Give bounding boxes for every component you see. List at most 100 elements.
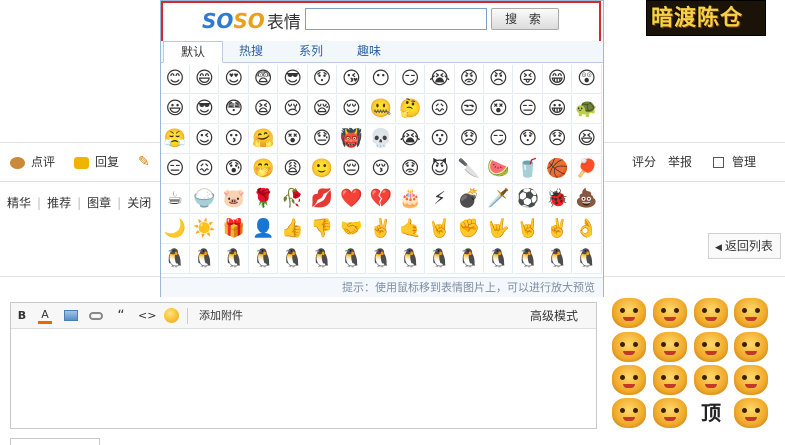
tab-fun[interactable]: 趣味 bbox=[339, 41, 399, 63]
emoji-cell[interactable]: 😑 bbox=[513, 95, 543, 124]
submit-button-partial[interactable] bbox=[10, 438, 100, 445]
emoji-search-input[interactable] bbox=[305, 8, 487, 30]
tiger-sticker[interactable] bbox=[653, 332, 687, 362]
mod-link-digest[interactable]: 精华 bbox=[7, 196, 31, 210]
emoji-cell[interactable]: 🐧 bbox=[396, 245, 426, 274]
tiger-sticker[interactable] bbox=[694, 365, 728, 395]
emoji-cell[interactable]: 💔 bbox=[366, 185, 396, 214]
tiger-sticker[interactable] bbox=[612, 398, 646, 428]
emoji-cell[interactable]: 😡 bbox=[455, 65, 484, 94]
emoji-cell[interactable]: 😟 bbox=[396, 155, 426, 184]
reply-editor[interactable]: B A “ <> 添加附件 高级模式 bbox=[10, 302, 597, 429]
emoji-cell[interactable]: 😪 bbox=[308, 95, 337, 124]
tiger-sticker[interactable] bbox=[612, 332, 646, 362]
emoji-cell[interactable]: 😏 bbox=[396, 65, 426, 94]
emoji-cell[interactable]: 👎 bbox=[308, 215, 337, 244]
emoji-cell[interactable]: 💋 bbox=[308, 185, 337, 214]
report-button[interactable]: 举报 bbox=[668, 143, 692, 181]
checkbox-icon[interactable] bbox=[713, 157, 724, 168]
mod-link-stamp[interactable]: 图章 bbox=[87, 196, 111, 210]
emoji-cell[interactable]: 🐷 bbox=[219, 185, 249, 214]
emoji-cell[interactable]: 🐧 bbox=[484, 245, 514, 274]
ding-sticker[interactable]: 顶 bbox=[694, 398, 728, 428]
emoji-cell[interactable]: 😶 bbox=[366, 65, 396, 94]
emoji-cell[interactable]: 🌙 bbox=[161, 215, 190, 244]
emoji-cell[interactable]: 😵 bbox=[484, 95, 514, 124]
tiger-sticker[interactable] bbox=[734, 332, 768, 362]
emoji-cell[interactable]: 💣 bbox=[455, 185, 484, 214]
emoji-cell[interactable]: 😞 bbox=[543, 125, 573, 154]
emoji-cell[interactable]: 😌 bbox=[337, 95, 367, 124]
emoji-search-button[interactable]: 搜 索 bbox=[491, 8, 559, 30]
emoji-cell[interactable]: 💩 bbox=[572, 185, 602, 214]
image-button[interactable] bbox=[63, 308, 78, 324]
smiley-button[interactable] bbox=[163, 308, 179, 324]
tab-default[interactable]: 默认 bbox=[163, 41, 223, 63]
emoji-cell[interactable]: 🐧 bbox=[278, 245, 308, 274]
emoji-cell[interactable]: 😭 bbox=[425, 65, 455, 94]
emoji-cell[interactable]: 😏 bbox=[484, 125, 514, 154]
emoji-cell[interactable]: 👍 bbox=[278, 215, 308, 244]
tab-hot[interactable]: 热搜 bbox=[221, 41, 281, 63]
emoji-cell[interactable]: 🤙 bbox=[396, 215, 426, 244]
rate-button[interactable]: 评分 bbox=[632, 143, 656, 181]
emoji-cell[interactable]: 🐧 bbox=[161, 245, 190, 274]
emoji-cell[interactable]: 😊 bbox=[161, 65, 190, 94]
emoji-cell[interactable]: ☕ bbox=[161, 185, 190, 214]
emoji-cell[interactable]: 👤 bbox=[249, 215, 279, 244]
emoji-cell[interactable]: 😔 bbox=[337, 155, 367, 184]
emoji-cell[interactable]: 🐧 bbox=[249, 245, 279, 274]
emoji-cell[interactable]: 😯 bbox=[308, 65, 337, 94]
emoji-cell[interactable]: 🤟 bbox=[484, 215, 514, 244]
tiger-sticker[interactable] bbox=[653, 398, 687, 428]
emoji-cell[interactable]: ❤️ bbox=[337, 185, 367, 214]
emoji-cell[interactable]: 🐞 bbox=[543, 185, 573, 214]
emoji-cell[interactable]: 😁 bbox=[543, 65, 573, 94]
emoji-cell[interactable]: 🏀 bbox=[543, 155, 573, 184]
emoji-cell[interactable]: 🤐 bbox=[366, 95, 396, 124]
emoji-cell[interactable]: 🐧 bbox=[308, 245, 337, 274]
emoji-cell[interactable]: 🥤 bbox=[513, 155, 543, 184]
emoji-cell[interactable]: 😎 bbox=[190, 95, 220, 124]
emoji-cell[interactable]: 😘 bbox=[337, 65, 367, 94]
emoji-cell[interactable]: 🐧 bbox=[572, 245, 602, 274]
back-to-list-button[interactable]: ◀ 返回列表 bbox=[708, 233, 781, 259]
emoji-cell[interactable]: 👌 bbox=[572, 215, 602, 244]
emoji-cell[interactable]: 👹 bbox=[337, 125, 367, 154]
emoji-cell[interactable]: ✌️ bbox=[543, 215, 573, 244]
emoji-cell[interactable]: 🐢 bbox=[572, 95, 602, 124]
emoji-cell[interactable]: 🥀 bbox=[278, 185, 308, 214]
banner-image[interactable]: 暗渡陈仓 bbox=[646, 0, 766, 36]
emoji-cell[interactable]: 😀 bbox=[543, 95, 573, 124]
emoji-cell[interactable]: 🤗 bbox=[249, 125, 279, 154]
emoji-cell[interactable]: 😖 bbox=[425, 95, 455, 124]
emoji-cell[interactable]: 😗 bbox=[219, 125, 249, 154]
comment-button[interactable]: 点评 bbox=[10, 143, 55, 181]
tiger-sticker[interactable] bbox=[734, 298, 768, 328]
emoji-cell[interactable]: 😓 bbox=[308, 125, 337, 154]
emoji-cell[interactable]: 🐧 bbox=[425, 245, 455, 274]
emoji-cell[interactable]: 🐧 bbox=[513, 245, 543, 274]
tab-series[interactable]: 系列 bbox=[281, 41, 341, 63]
emoji-cell[interactable]: 💀 bbox=[366, 125, 396, 154]
tiger-sticker[interactable] bbox=[653, 298, 687, 328]
emoji-cell[interactable]: 😳 bbox=[219, 95, 249, 124]
emoji-cell[interactable]: 🙂 bbox=[308, 155, 337, 184]
emoji-cell[interactable]: 😝 bbox=[513, 65, 543, 94]
emoji-cell[interactable]: 😲 bbox=[572, 65, 602, 94]
emoji-cell[interactable]: 🐧 bbox=[219, 245, 249, 274]
link-button[interactable] bbox=[88, 308, 104, 324]
emoji-cell[interactable]: 😎 bbox=[278, 65, 308, 94]
emoji-cell[interactable]: 😨 bbox=[249, 65, 279, 94]
tiger-sticker[interactable] bbox=[612, 365, 646, 395]
emoji-cell[interactable]: 😩 bbox=[278, 155, 308, 184]
emoji-cell[interactable]: 🤘 bbox=[513, 215, 543, 244]
emoji-cell[interactable]: 😤 bbox=[161, 125, 190, 154]
bold-button[interactable]: B bbox=[16, 308, 28, 324]
emoji-cell[interactable]: 🐧 bbox=[337, 245, 367, 274]
emoji-cell[interactable]: 😄 bbox=[190, 65, 220, 94]
emoji-cell[interactable]: 😑 bbox=[161, 155, 190, 184]
emoji-cell[interactable]: ☀️ bbox=[190, 215, 220, 244]
emoji-cell[interactable]: 😭 bbox=[396, 125, 426, 154]
emoji-cell[interactable]: 😗 bbox=[425, 125, 455, 154]
